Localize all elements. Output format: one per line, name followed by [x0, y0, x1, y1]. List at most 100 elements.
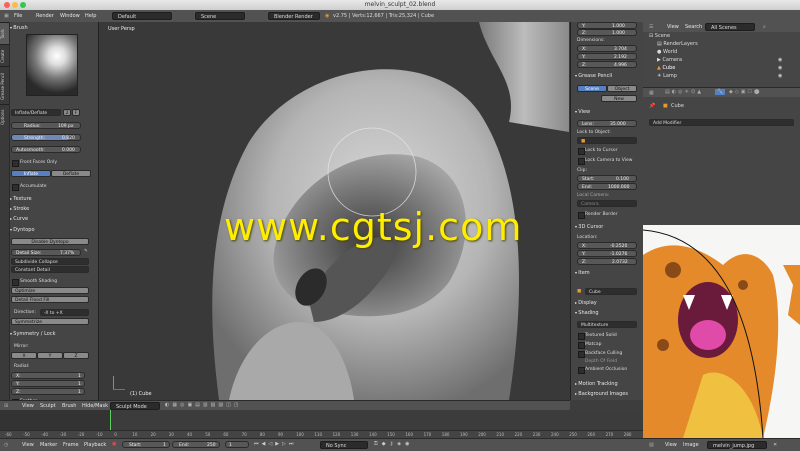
viewport-menu-sculpt[interactable]: Sculpt — [40, 403, 56, 409]
detailing-method-select[interactable]: Constant Detail — [11, 266, 89, 273]
radius-field[interactable]: Radius: 109 px — [11, 122, 81, 129]
cursor-z-field[interactable]: Z: 2.0732 — [577, 258, 637, 265]
outliner-item-scene[interactable]: ⊟ Scene — [649, 33, 670, 39]
lock-camera-checkbox[interactable] — [578, 158, 585, 165]
viewport-menu-hide-mask[interactable]: Hide/Mask — [82, 403, 108, 409]
radial-z-field[interactable]: Z: 1 — [11, 388, 85, 395]
lock-object-field[interactable]: ■ — [577, 137, 637, 144]
brush-panel-header[interactable]: Brush — [10, 24, 96, 32]
front-faces-checkbox[interactable] — [12, 160, 19, 167]
image-file-field[interactable]: melvin_jump.jpg — [707, 441, 767, 449]
outliner-item-cube[interactable]: ▲ Cube — [657, 65, 675, 71]
mirror-x-button[interactable]: X — [11, 352, 37, 359]
menu-render[interactable]: Render — [36, 13, 54, 19]
close-image-icon[interactable]: ✕ — [773, 442, 777, 448]
radial-x-field[interactable]: X: 1 — [11, 372, 85, 379]
scale-y-field[interactable]: Y: 1.000 — [577, 22, 637, 29]
layout-selector[interactable]: Default — [112, 12, 172, 20]
detail-flood-fill-button[interactable]: Detail Flood Fill — [11, 296, 89, 303]
viewport-menu-view[interactable]: View — [22, 403, 34, 409]
visibility-eye-icon[interactable]: ◉ — [778, 57, 782, 63]
dimension-x-field[interactable]: X: 3.704 — [577, 45, 637, 52]
texture-panel-header[interactable]: Texture — [10, 195, 96, 203]
grease-pencil-panel-header[interactable]: Grease Pencil — [575, 72, 641, 80]
outliner-search-icon[interactable]: ⌕ — [763, 24, 766, 30]
playback-controls-icons[interactable]: ⏮◀◁▶▷⏭ — [254, 441, 296, 447]
add-modifier-select[interactable]: Add Modifier — [649, 119, 794, 126]
outliner-item-lamp[interactable]: ☀ Lamp — [657, 73, 677, 79]
timeline-editor-icon[interactable]: ◷ — [4, 442, 8, 448]
menu-file[interactable]: File — [14, 13, 22, 19]
outliner-menu-view[interactable]: View — [667, 24, 679, 30]
3d-cursor-panel-header[interactable]: 3D Cursor — [575, 223, 641, 231]
mirror-y-button[interactable]: Y — [37, 352, 63, 359]
current-frame-field[interactable]: 1 — [225, 441, 249, 448]
smooth-shading-checkbox[interactable] — [12, 279, 19, 286]
clip-start-field[interactable]: Start: 0.100 — [577, 175, 637, 182]
outliner-item-renderlayers[interactable]: ▤ RenderLayers — [657, 41, 698, 47]
tab-create[interactable]: Create — [0, 44, 9, 67]
mirror-z-button[interactable]: Z — [63, 352, 89, 359]
more-context-tabs-icons[interactable]: ◆◇▣☐⬤ — [729, 89, 762, 95]
symmetry-panel-header[interactable]: Symmetry / Lock — [10, 330, 96, 338]
symmetrize-button[interactable]: Symmetrize — [11, 318, 89, 325]
lens-field[interactable]: Lens: 35.000 — [577, 120, 637, 127]
image-menu-view[interactable]: View — [665, 442, 677, 448]
dimension-y-field[interactable]: Y: 2.192 — [577, 53, 637, 60]
pin-icon[interactable]: 📌 — [649, 103, 655, 109]
outliner-display-mode[interactable]: All Scenes — [705, 23, 755, 31]
tab-grease-pencil[interactable]: Grease Pencil — [0, 66, 9, 105]
start-frame-field[interactable]: Start: 1 — [122, 441, 170, 448]
timeline-menu-marker[interactable]: Marker — [40, 442, 57, 448]
eyedropper-icon[interactable]: ✎ — [84, 249, 88, 254]
scene-selector[interactable]: Scene — [195, 12, 245, 20]
menu-help[interactable]: Help — [85, 13, 96, 19]
menu-window[interactable]: Window — [60, 13, 80, 19]
properties-editor-icon[interactable]: ▦ — [649, 90, 654, 96]
visibility-eye-icon[interactable]: ◉ — [778, 65, 782, 71]
disable-dyntopo-button[interactable]: Disable Dyntopo — [11, 238, 89, 245]
outliner-item-world[interactable]: ● World — [657, 49, 677, 55]
dimension-z-field[interactable]: Z: 4.996 — [577, 61, 637, 68]
brush-name-field[interactable]: Inflate/Deflate — [11, 109, 61, 116]
viewport-editor-icon[interactable]: ⊞ — [4, 403, 8, 409]
inflate-button[interactable]: Inflate — [11, 170, 51, 177]
keying-icons[interactable]: ⚿◆⚷◈◉ — [374, 441, 414, 447]
item-name-field[interactable]: Cube — [585, 288, 637, 295]
curve-panel-header[interactable]: Curve — [10, 215, 96, 223]
clip-end-field[interactable]: End: 1000.000 — [577, 183, 637, 190]
matcap-checkbox[interactable] — [578, 342, 585, 349]
ambient-occlusion-checkbox[interactable] — [578, 367, 585, 374]
direction-select[interactable]: -X to +X — [40, 309, 89, 316]
viewport-shading-icons[interactable]: ◐▦◎▣▤▥▧▨◫◳ — [165, 402, 242, 408]
timeline-menu-playback[interactable]: Playback — [84, 442, 106, 448]
shading-panel-header[interactable]: Shading — [575, 309, 641, 317]
detail-size-field[interactable]: Detail Size: 7.37% — [11, 249, 81, 256]
strength-field[interactable]: Strength: 0.820 — [11, 134, 81, 141]
sync-mode-select[interactable]: No Sync — [320, 441, 368, 449]
display-panel-header[interactable]: Display — [575, 299, 641, 307]
tab-tools[interactable]: Tools — [0, 22, 9, 45]
local-camera-field[interactable]: Camera — [577, 200, 637, 207]
cursor-x-field[interactable]: X: -0.2520 — [577, 242, 637, 249]
context-tabs-icons[interactable]: ▤◐◎☀⌬▲ — [665, 89, 703, 95]
stroke-panel-header[interactable]: Stroke — [10, 205, 96, 213]
viewport-menu-brush[interactable]: Brush — [62, 403, 76, 409]
subdivide-collapse-select[interactable]: Subdivide Collapse — [11, 258, 89, 265]
autosmooth-field[interactable]: Autosmooth: 0.000 — [11, 146, 81, 153]
brush-users[interactable]: 2 — [63, 109, 71, 116]
timeline-menu-frame[interactable]: Frame — [63, 442, 79, 448]
timeline-menu-view[interactable]: View — [22, 442, 34, 448]
radial-y-field[interactable]: Y: 1 — [11, 380, 85, 387]
scale-z-field[interactable]: Z: 1.000 — [577, 29, 637, 36]
grease-new-button[interactable]: New — [601, 95, 637, 102]
motion-tracking-panel-header[interactable]: Motion Tracking — [575, 380, 641, 388]
editor-type-icon[interactable]: ▣ — [4, 13, 9, 19]
textured-solid-checkbox[interactable] — [578, 333, 585, 340]
brush-preview[interactable] — [26, 34, 78, 96]
outliner-item-camera[interactable]: ▶ Camera — [657, 57, 682, 63]
modifier-tab-wrench-icon[interactable]: 🔧 — [715, 89, 726, 95]
background-images-panel-header[interactable]: Background Images — [575, 390, 641, 398]
item-panel-header[interactable]: Item — [575, 269, 641, 277]
render-border-checkbox[interactable] — [578, 212, 585, 219]
